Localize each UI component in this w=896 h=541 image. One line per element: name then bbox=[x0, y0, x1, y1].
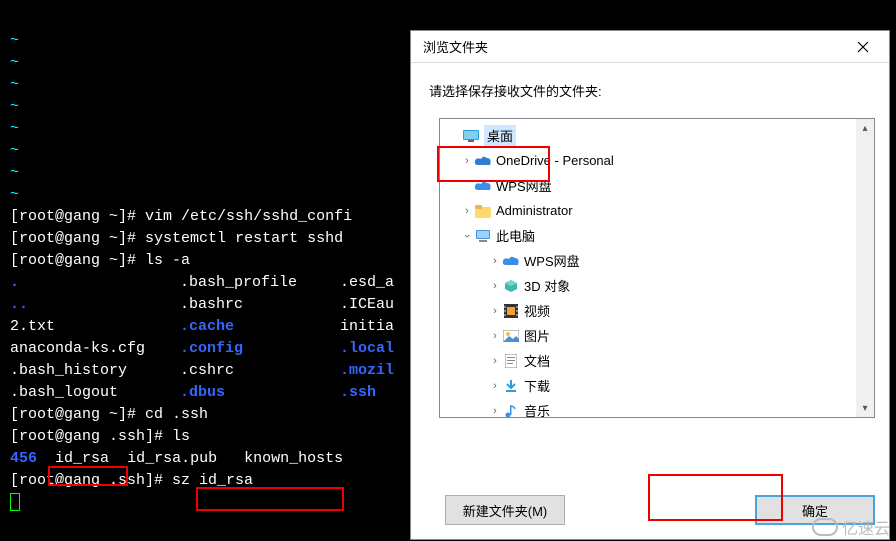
prompt-line: [root@gang ~]# cd .ssh bbox=[10, 406, 208, 423]
watermark: 亿速云 bbox=[812, 515, 890, 539]
tree-node-videos[interactable]: › 视频 bbox=[440, 298, 856, 323]
close-button[interactable] bbox=[843, 33, 883, 61]
prompt-line: [root@gang ~]# systemctl restart sshd bbox=[10, 230, 343, 247]
cloud-icon bbox=[474, 152, 492, 170]
tree-label: 桌面 bbox=[484, 125, 516, 146]
tree-label: WPS网盘 bbox=[496, 176, 552, 195]
tree-label: 此电脑 bbox=[496, 226, 535, 245]
tree-label: OneDrive - Personal bbox=[496, 153, 614, 168]
prompt-line: [root@gang .ssh]# sz id_rsa bbox=[10, 472, 253, 489]
desktop-icon bbox=[462, 127, 480, 145]
expand-icon[interactable]: › bbox=[488, 305, 502, 317]
collapse-icon[interactable]: › bbox=[461, 229, 473, 243]
scroll-up-button[interactable]: ▴ bbox=[856, 119, 874, 137]
ls-output: 456 id_rsa id_rsa.pub known_hosts bbox=[10, 450, 343, 467]
expand-icon[interactable]: › bbox=[488, 380, 502, 392]
new-folder-button[interactable]: 新建文件夹(M) bbox=[445, 495, 565, 525]
tilde: ~ bbox=[10, 32, 19, 49]
tree-node-wps2[interactable]: › WPS网盘 bbox=[440, 248, 856, 273]
watermark-text: 亿速云 bbox=[842, 515, 890, 539]
tilde: ~ bbox=[10, 98, 19, 115]
tilde: ~ bbox=[10, 142, 19, 159]
cloud-icon bbox=[474, 177, 492, 195]
tree-node-music[interactable]: › 音乐 bbox=[440, 398, 856, 417]
tree-label: 文档 bbox=[524, 351, 550, 370]
ls-row: .bash_history.cshrc.mozil bbox=[10, 362, 394, 379]
cloud-icon bbox=[502, 252, 520, 270]
expand-icon[interactable]: › bbox=[488, 355, 502, 367]
tree-node-admin[interactable]: › Administrator bbox=[440, 198, 856, 223]
tree-label: Administrator bbox=[496, 203, 573, 218]
prompt-line: [root@gang .ssh]# ls bbox=[10, 428, 190, 445]
computer-icon bbox=[474, 227, 492, 245]
tree-scrollbar[interactable]: ▴ ▾ bbox=[856, 119, 874, 417]
tree-label: 下载 bbox=[524, 376, 550, 395]
folder-tree-container: 桌面 › OneDrive - Personal WPS网盘 › Adminis… bbox=[439, 118, 875, 418]
expand-icon[interactable]: › bbox=[460, 205, 474, 217]
prompt-line: [root@gang ~]# ls -a bbox=[10, 252, 190, 269]
tree-label: WPS网盘 bbox=[524, 251, 580, 270]
expand-icon[interactable]: › bbox=[488, 255, 502, 267]
watermark-logo-icon bbox=[812, 518, 838, 536]
browse-folder-dialog: 浏览文件夹 请选择保存接收文件的文件夹: 桌面 › OneDrive - Per… bbox=[410, 30, 890, 540]
expand-icon[interactable]: › bbox=[488, 330, 502, 342]
ls-row: .bash_logout.dbus.ssh bbox=[10, 384, 376, 401]
download-icon bbox=[502, 377, 520, 395]
tree-node-3dobjects[interactable]: › 3D 对象 bbox=[440, 273, 856, 298]
expand-icon[interactable]: › bbox=[488, 405, 502, 417]
folder-tree[interactable]: 桌面 › OneDrive - Personal WPS网盘 › Adminis… bbox=[440, 119, 856, 417]
tree-node-onedrive[interactable]: › OneDrive - Personal bbox=[440, 148, 856, 173]
tree-node-wps[interactable]: WPS网盘 bbox=[440, 173, 856, 198]
tilde: ~ bbox=[10, 164, 19, 181]
cursor bbox=[10, 493, 20, 511]
expand-icon[interactable]: › bbox=[460, 155, 474, 167]
music-icon bbox=[502, 402, 520, 418]
ls-row: anaconda-ks.cfg.config.local bbox=[10, 340, 394, 357]
tilde: ~ bbox=[10, 54, 19, 71]
tree-label: 3D 对象 bbox=[524, 276, 570, 295]
ls-row: ..bash_profile.esd_a bbox=[10, 274, 394, 291]
tree-node-downloads[interactable]: › 下载 bbox=[440, 373, 856, 398]
tree-label: 图片 bbox=[524, 326, 550, 345]
tilde: ~ bbox=[10, 76, 19, 93]
ls-row: ...bashrc.ICEau bbox=[10, 296, 394, 313]
close-icon bbox=[857, 41, 869, 53]
document-icon bbox=[502, 352, 520, 370]
tree-node-pictures[interactable]: › 图片 bbox=[440, 323, 856, 348]
video-icon bbox=[502, 302, 520, 320]
ls-row: 2.txt.cacheinitia bbox=[10, 318, 394, 335]
picture-icon bbox=[502, 327, 520, 345]
tree-label: 视频 bbox=[524, 301, 550, 320]
user-folder-icon bbox=[474, 202, 492, 220]
dialog-hint: 请选择保存接收文件的文件夹: bbox=[411, 63, 889, 112]
cube-icon bbox=[502, 277, 520, 295]
dialog-title: 浏览文件夹 bbox=[423, 37, 843, 56]
dialog-titlebar[interactable]: 浏览文件夹 bbox=[411, 31, 889, 63]
tree-node-documents[interactable]: › 文档 bbox=[440, 348, 856, 373]
tree-label: 音乐 bbox=[524, 401, 550, 417]
tree-node-desktop[interactable]: 桌面 bbox=[440, 123, 856, 148]
prompt-line: [root@gang ~]# vim /etc/ssh/sshd_confi bbox=[10, 208, 352, 225]
tree-node-thispc[interactable]: › 此电脑 bbox=[440, 223, 856, 248]
tilde: ~ bbox=[10, 120, 19, 137]
tilde: ~ bbox=[10, 186, 19, 203]
expand-icon[interactable]: › bbox=[488, 280, 502, 292]
scroll-down-button[interactable]: ▾ bbox=[856, 399, 874, 417]
